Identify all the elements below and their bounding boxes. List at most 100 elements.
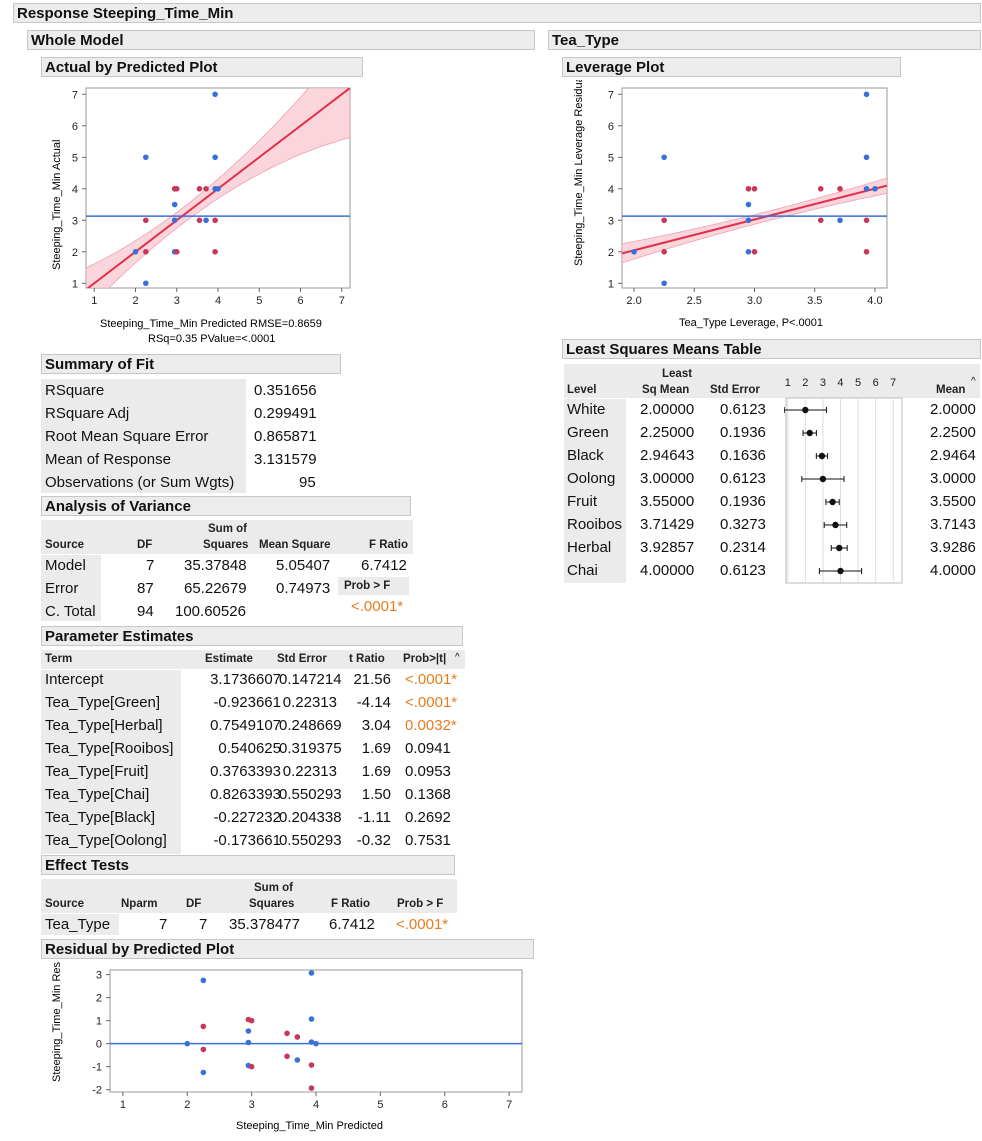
effect-tests-title: Effect Tests	[45, 857, 129, 874]
pe-term: Tea_Type[Rooibos]	[45, 740, 174, 757]
anova-ss: 35.37848	[184, 557, 247, 574]
anova-col-ss2: Squares	[203, 539, 249, 551]
lsmean-point	[832, 521, 839, 529]
et-source: Tea_Type	[45, 916, 111, 933]
pe-prob: 0.2692	[405, 809, 451, 826]
pe-estimate: 0.3763393	[210, 763, 281, 780]
pe-t-ratio: 1.50	[361, 786, 391, 803]
data-point	[294, 1057, 301, 1063]
leverage-plot-header[interactable]: Leverage Plot	[562, 57, 901, 77]
sort-caret-icon[interactable]: ^	[455, 652, 460, 663]
lsmeans-header[interactable]: Least Squares Means Table	[562, 339, 981, 359]
actual-by-predicted-header[interactable]: Actual by Predicted Plot	[41, 57, 363, 77]
data-point	[196, 217, 203, 224]
anova-col-f: F Ratio	[369, 539, 408, 551]
et-ss: 35.378477	[229, 916, 300, 933]
y-tick-label: 4	[72, 184, 78, 196]
anova-df: 7	[146, 557, 155, 574]
ls-lsmean: 2.00000	[640, 401, 695, 418]
pe-term: Tea_Type[Oolong]	[45, 832, 167, 849]
ls-mean: 2.2500	[930, 424, 976, 441]
leverage-plot-title: Leverage Plot	[566, 59, 665, 76]
pe-prob: <.0001*	[405, 694, 458, 711]
pe-col-term: Term	[45, 653, 73, 665]
ls-mean: 2.9464	[930, 447, 976, 464]
et-nparm: 7	[159, 916, 168, 933]
data-point	[817, 185, 824, 192]
sort-caret-icon[interactable]: ^	[971, 376, 976, 387]
lsmeans-table: Level Least Sq Mean Std Error Mean ^ 123…	[564, 364, 980, 584]
data-point	[863, 185, 870, 192]
data-point	[200, 977, 207, 984]
ls-header-bg	[564, 364, 980, 398]
y-tick-label: 3	[608, 215, 614, 227]
data-point	[173, 185, 180, 192]
data-point	[245, 1039, 252, 1046]
data-point	[200, 1023, 207, 1030]
residual-plot-header[interactable]: Residual by Predicted Plot	[41, 939, 534, 959]
pe-estimate: -0.923661	[213, 694, 281, 711]
effect-tests-header[interactable]: Effect Tests	[41, 855, 455, 875]
parameter-estimates-header[interactable]: Parameter Estimates	[41, 626, 463, 646]
et-df: 7	[199, 916, 208, 933]
ls-level: Green	[567, 424, 609, 441]
anova-df: 87	[137, 580, 154, 597]
data-point	[745, 185, 752, 192]
lsmeans-frame	[785, 397, 903, 584]
leverage-plot[interactable]: Steeping_Time_Min Leverage Residuals Tea…	[565, 80, 895, 335]
lsmeans-tick-label: 2	[802, 377, 808, 389]
ls-lsmean: 3.00000	[640, 470, 695, 487]
pe-estimate: -0.173661	[213, 832, 281, 849]
x-tick-label: 3.5	[807, 295, 822, 307]
data-point	[308, 1062, 315, 1068]
pe-t-ratio: -0.32	[356, 832, 391, 849]
et-col-df: DF	[186, 898, 202, 910]
et-col-source: Source	[45, 898, 84, 910]
pe-t-ratio: 21.56	[353, 671, 391, 688]
data-point	[203, 217, 209, 224]
et-col-ss2: Squares	[249, 898, 295, 910]
ls-level: White	[567, 401, 606, 418]
x-tick-label: 4	[313, 1099, 319, 1111]
x-tick-label: 4	[215, 295, 221, 307]
ls-level: Black	[567, 447, 604, 464]
pe-std-error: 0.248669	[279, 717, 342, 734]
anova-df: 94	[137, 603, 154, 620]
anova-title: Analysis of Variance	[45, 498, 191, 515]
data-point	[196, 185, 203, 192]
lsmean-point	[837, 567, 844, 575]
data-point	[200, 1046, 207, 1053]
et-col-ss1: Sum of	[254, 882, 293, 894]
ls-std-error: 0.1636	[720, 447, 766, 464]
data-point	[631, 248, 637, 255]
et-col-f: F Ratio	[331, 898, 370, 910]
data-point	[215, 185, 221, 192]
pe-t-ratio: 1.69	[361, 763, 391, 780]
anova-header[interactable]: Analysis of Variance	[41, 496, 411, 516]
lsmeans-tick-label: 5	[855, 377, 861, 389]
anova-col-ms: Mean Square	[259, 539, 331, 551]
plot2-xlabel: Tea_Type Leverage, P<.0001	[679, 317, 823, 329]
actual-by-predicted-title: Actual by Predicted Plot	[45, 59, 218, 76]
lsmeans-chart: 1234567	[784, 377, 903, 584]
actual-by-predicted-plot[interactable]: Steeping_Time_Min Actual Steeping_Time_M…	[40, 80, 370, 350]
anova-col-prob: Prob > F	[338, 577, 409, 595]
data-point	[837, 185, 843, 192]
pe-std-error: 0.550293	[279, 786, 342, 803]
ls-std-error: 0.6123	[720, 562, 766, 579]
report-header[interactable]: Response Steeping_Time_Min	[13, 3, 981, 23]
effect-tests-table: Source Nparm DF Sum of Squares F Ratio P…	[41, 879, 457, 935]
whole-model-header[interactable]: Whole Model	[27, 30, 535, 50]
y-tick-label: 7	[72, 89, 78, 101]
pe-std-error: 0.147214	[279, 671, 342, 688]
residual-by-predicted-plot[interactable]: Steeping_Time_Min Residual Steeping_Time…	[40, 962, 530, 1137]
summary-of-fit-header[interactable]: Summary of Fit	[41, 354, 341, 374]
data-point	[817, 217, 824, 224]
data-point	[745, 201, 752, 208]
x-tick-label: 3.0	[747, 295, 762, 307]
y-tick-label: 0	[96, 1039, 102, 1051]
tea-type-header[interactable]: Tea_Type	[548, 30, 981, 50]
pe-prob: 0.0032*	[405, 717, 457, 734]
lsmean-point	[829, 498, 836, 506]
summary-value: 0.865871	[254, 428, 317, 445]
